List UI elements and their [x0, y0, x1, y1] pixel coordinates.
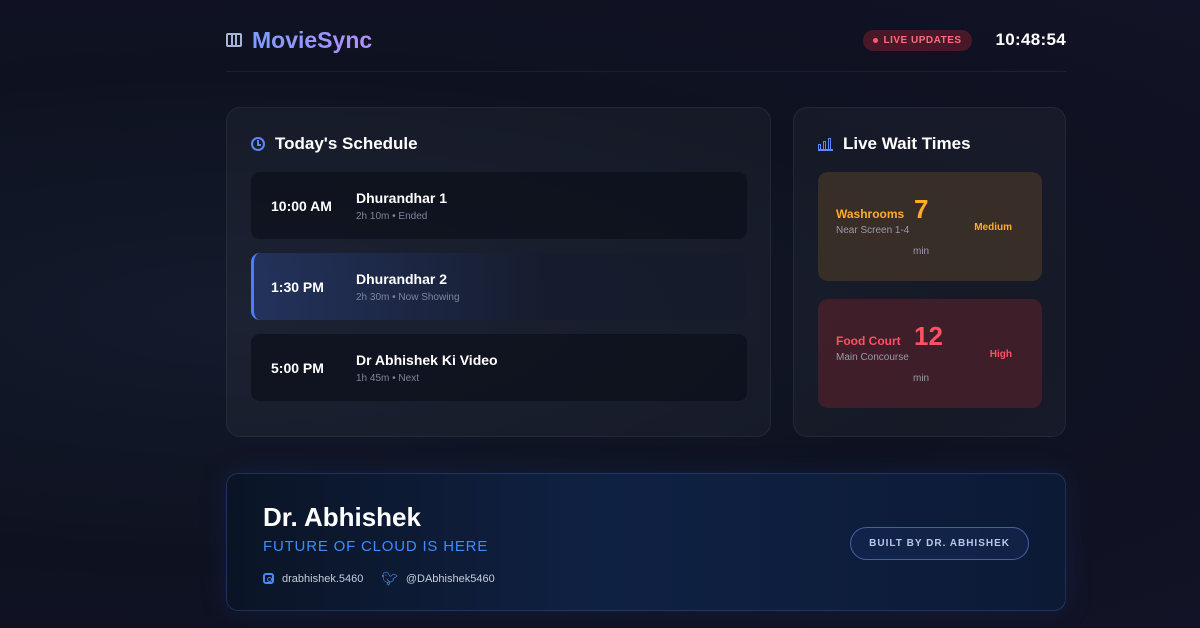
schedule-item-title: Dr Abhishek Ki Video — [356, 352, 498, 368]
film-icon — [226, 33, 242, 47]
wait-item-value: 12 — [914, 321, 943, 351]
schedule-item-meta: 2h 30m • Now Showing — [356, 292, 460, 303]
schedule-item-meta: 1h 45m • Next — [356, 373, 419, 384]
app-container: MovieSync LIVE UPDATES 10:48:54 Today's … — [226, 0, 1066, 628]
creator-name: Dr. Abhishek — [263, 502, 421, 532]
schedule-item[interactable]: 5:00 PM Dr Abhishek Ki Video 1h 45m • Ne… — [251, 334, 747, 401]
wait-times-card: Live Wait Times Washrooms 7 Near Screen … — [793, 107, 1066, 437]
wait-item-level: High — [989, 349, 1012, 360]
creator-tagline: FUTURE OF CLOUD IS HERE — [263, 538, 489, 555]
schedule-title-text: Today's Schedule — [275, 134, 418, 153]
live-updates-badge: LIVE UPDATES — [862, 29, 972, 51]
wait-item-level: Medium — [974, 222, 1012, 233]
schedule-item[interactable]: 10:00 AM Dhurandhar 1 2h 10m • Ended — [251, 172, 747, 239]
instagram-link[interactable]: drabhishek.5460 — [263, 573, 363, 585]
wait-times-title-text: Live Wait Times — [843, 134, 971, 153]
social-links: drabhishek.5460 🐦︎ @DAbhishek5460 — [263, 572, 495, 585]
schedule-title: Today's Schedule — [251, 134, 418, 154]
wait-item-location: Near Screen 1-4 — [836, 225, 910, 236]
schedule-item-active[interactable]: 1:30 PM Dhurandhar 2 2h 30m • Now Showin… — [251, 253, 747, 320]
schedule-item-title: Dhurandhar 2 — [356, 271, 448, 287]
wait-item-washrooms[interactable]: Washrooms 7 Near Screen 1-4 min Medium — [818, 172, 1042, 281]
wait-item-unit: min — [913, 246, 930, 257]
wait-item-name: Washrooms — [836, 207, 905, 221]
schedule-item-title: Dhurandhar 1 — [356, 190, 448, 206]
live-updates-label: LIVE UPDATES — [883, 34, 962, 46]
clock-icon — [251, 137, 265, 151]
twitter-handle: @DAbhishek5460 — [405, 572, 495, 585]
schedule-card: Today's Schedule 10:00 AM Dhurandhar 1 2… — [226, 107, 771, 437]
bar-chart-icon — [818, 137, 833, 151]
schedule-item-time: 5:00 PM — [271, 359, 324, 376]
schedule-item-time: 1:30 PM — [271, 278, 324, 295]
logo[interactable]: MovieSync — [226, 27, 372, 54]
clock: 10:48:54 — [995, 30, 1066, 49]
wait-times-title: Live Wait Times — [818, 134, 971, 154]
app-name: MovieSync — [252, 26, 373, 53]
header-right: LIVE UPDATES 10:48:54 — [862, 29, 1067, 51]
instagram-icon — [263, 573, 274, 584]
twitter-link[interactable]: 🐦︎ @DAbhishek5460 — [381, 572, 494, 585]
live-dot-icon — [872, 37, 878, 43]
wait-item-location: Main Concourse — [836, 352, 909, 363]
twitter-icon: 🐦︎ — [381, 571, 398, 586]
instagram-handle: drabhishek.5460 — [282, 572, 364, 585]
schedule-item-meta: 2h 10m • Ended — [356, 211, 428, 222]
built-by-button[interactable]: BUILT BY DR. ABHISHEK — [850, 527, 1029, 560]
header-divider — [226, 71, 1066, 72]
schedule-item-time: 10:00 AM — [271, 197, 332, 214]
wait-item-name: Food Court — [836, 334, 901, 348]
wait-item-unit: min — [913, 373, 930, 384]
creator-banner: Dr. Abhishek FUTURE OF CLOUD IS HERE dra… — [226, 473, 1066, 611]
header: MovieSync LIVE UPDATES 10:48:54 — [226, 22, 1066, 58]
wait-item-food-court[interactable]: Food Court 12 Main Concourse min High — [818, 299, 1042, 408]
wait-item-value: 7 — [914, 194, 929, 224]
